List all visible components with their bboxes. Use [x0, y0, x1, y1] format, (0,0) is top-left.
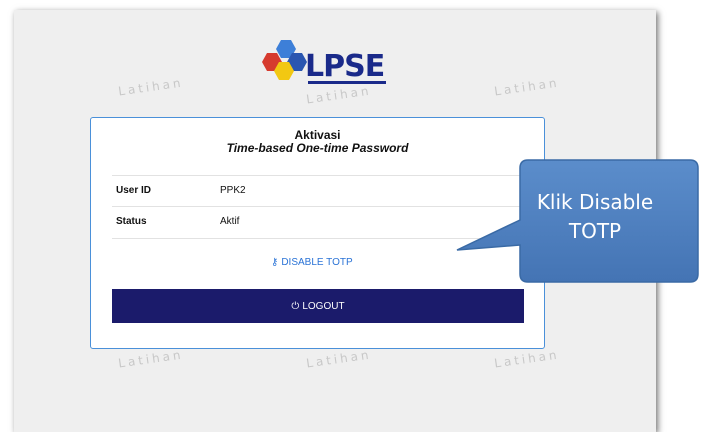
watermark: Latihan	[493, 75, 561, 99]
logo-underline	[308, 81, 386, 84]
power-icon: ⏻	[291, 300, 300, 312]
callout-text: Klik Disable TOTP	[505, 188, 685, 246]
user-id-value: PPK2	[220, 185, 246, 196]
key-icon: ⚷	[271, 257, 279, 268]
lpse-logo: LPSE	[254, 40, 414, 100]
logo-text: LPSE	[305, 49, 385, 84]
logout-button[interactable]: ⏻ LOGOUT	[112, 289, 524, 323]
user-id-label: User ID	[116, 185, 152, 196]
card-title: Aktivasi	[294, 128, 341, 142]
watermark: Latihan	[117, 75, 185, 99]
card-subtitle: Time-based One-time Password	[226, 141, 409, 155]
watermark: Latihan	[305, 347, 373, 371]
watermark: Latihan	[117, 347, 185, 371]
status-label: Status	[116, 216, 147, 227]
status-value: Aktif	[220, 216, 240, 227]
watermark: Latihan	[493, 347, 561, 371]
disable-totp-label: DISABLE TOTP	[281, 257, 353, 268]
callout-line-2: TOTP	[568, 219, 622, 243]
disable-totp-link[interactable]: ⚷ DISABLE TOTP	[271, 257, 353, 268]
callout-line-1: Klik Disable	[536, 190, 654, 214]
logout-label: LOGOUT	[302, 300, 345, 312]
